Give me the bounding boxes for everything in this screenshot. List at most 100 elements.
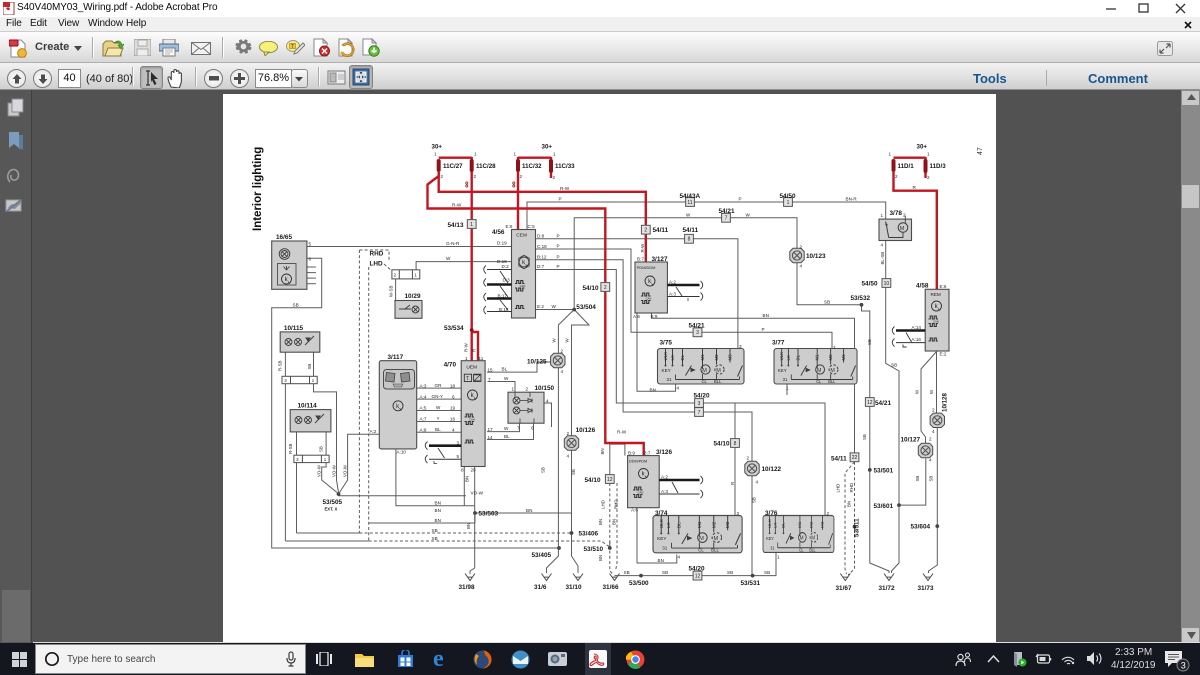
svg-text:Interior lighting: Interior lighting [252,147,264,231]
svg-text:BN: BN [526,508,532,513]
svg-text:6: 6 [309,257,312,262]
svg-text:SB: SB [727,570,733,575]
svg-text:W: W [552,304,557,309]
svg-text:R-W: R-W [464,342,469,352]
svg-text:5: 5 [457,454,460,459]
svg-text:12: 12 [607,477,613,483]
svg-text:2: 2 [561,349,564,354]
svg-text:R-SB: R-SB [278,360,283,371]
svg-text:4: 4 [678,555,681,560]
svg-text:10/114: 10/114 [298,403,318,410]
svg-text:W: W [446,256,451,261]
svg-text:54/10: 54/10 [583,285,599,292]
svg-text:54/11: 54/11 [683,227,699,234]
svg-text:W-SB: W-SB [388,286,393,297]
svg-text:4: 4 [452,428,455,433]
svg-text:12: 12 [867,400,873,406]
svg-text:4/70: 4/70 [444,362,457,369]
svg-text:53/501: 53/501 [874,468,894,475]
svg-text:UEM: UEM [466,364,477,370]
svg-text:11D/1: 11D/1 [898,163,915,170]
svg-text:2: 2 [932,408,935,413]
svg-text:CAN: CAN [469,417,475,421]
svg-text:CAN: CAN [638,491,644,495]
svg-text:A:6: A:6 [631,508,638,513]
svg-text:2: 2 [526,387,529,392]
svg-text:DDM/PDM: DDM/PDM [629,459,647,463]
svg-text:1: 1 [414,273,417,278]
svg-text:SB: SB [764,570,770,575]
svg-text:47: 47 [977,147,984,155]
svg-text:Y: Y [437,416,440,421]
svg-text:11C/27: 11C/27 [443,163,463,170]
svg-text:R: R [730,482,735,485]
svg-text:7: 7 [517,426,520,431]
svg-text:PDM/DDM: PDM/DDM [637,265,656,270]
svg-text:E:6: E:6 [506,224,513,229]
svg-text:17: 17 [488,427,494,432]
svg-text:1: 1 [434,152,437,157]
svg-text:53/532: 53/532 [851,295,871,302]
svg-text:53/511: 53/511 [854,518,861,537]
svg-text:A:7: A:7 [420,417,427,422]
svg-text:22: 22 [852,455,858,461]
svg-text:RHD: RHD [613,499,618,509]
svg-text:C:18: C:18 [537,244,547,249]
svg-text:1: 1 [889,152,892,157]
svg-text:11: 11 [687,200,692,206]
svg-text:CAN: CAN [933,320,939,324]
svg-text:4: 4 [561,369,564,374]
svg-text:SB: SB [824,299,830,304]
svg-text:4: 4 [881,243,884,248]
svg-text:B:12: B:12 [537,254,547,259]
svg-text:2: 2 [567,431,570,436]
svg-text:6: 6 [452,394,455,399]
svg-text:1: 1 [465,356,468,361]
svg-text:53/604: 53/604 [911,524,931,531]
svg-text:3: 3 [698,401,701,407]
svg-text:53/503: 53/503 [479,511,499,518]
svg-text:11: 11 [479,356,484,361]
svg-text:53/534: 53/534 [444,325,464,332]
svg-text:53/504: 53/504 [576,304,596,311]
svg-text:P: P [739,197,742,202]
svg-text:M: M [900,226,905,232]
svg-text:2: 2 [800,245,803,250]
svg-text:B:7: B:7 [644,450,651,455]
svg-text:C:5: C:5 [528,224,536,229]
svg-text:D:8: D:8 [537,233,545,238]
svg-text:CAN: CAN [646,297,652,301]
svg-text:4: 4 [929,458,932,463]
svg-text:54/50: 54/50 [862,281,878,288]
svg-text:R-W: R-W [640,243,645,253]
svg-text:CAN: CAN [520,284,526,288]
svg-text:A:8: A:8 [420,428,427,433]
svg-text:BN: BN [846,501,851,507]
svg-text:3: 3 [739,344,742,349]
svg-text:1: 1 [553,152,556,157]
svg-text:1: 1 [474,152,477,157]
svg-text:BN: BN [598,519,603,525]
svg-text:54/43A: 54/43A [680,193,701,200]
svg-text:A:4: A:4 [420,394,427,399]
svg-text:SB: SB [432,536,438,541]
svg-text:E:2: E:2 [537,304,544,309]
svg-text:SB: SB [293,302,299,307]
svg-text:3/77: 3/77 [772,340,785,347]
svg-text:53/601: 53/601 [874,503,894,510]
svg-text:54/21: 54/21 [875,400,891,407]
svg-text:31/72: 31/72 [879,585,895,592]
svg-text:3/75: 3/75 [660,340,673,347]
svg-text:A:16: A:16 [912,337,922,342]
svg-text:3/76: 3/76 [765,510,778,517]
svg-text:W: W [504,426,509,431]
svg-text:A:2: A:2 [370,429,377,434]
svg-text:15: 15 [488,367,494,372]
svg-text:GN-Y: GN-Y [432,394,443,399]
svg-text:4: 4 [546,399,549,404]
svg-text:10/150: 10/150 [535,385,555,392]
svg-text:2: 2 [747,456,750,461]
svg-text:1: 1 [787,200,790,206]
svg-text:54/11: 54/11 [653,227,669,234]
svg-text:8: 8 [734,441,737,447]
